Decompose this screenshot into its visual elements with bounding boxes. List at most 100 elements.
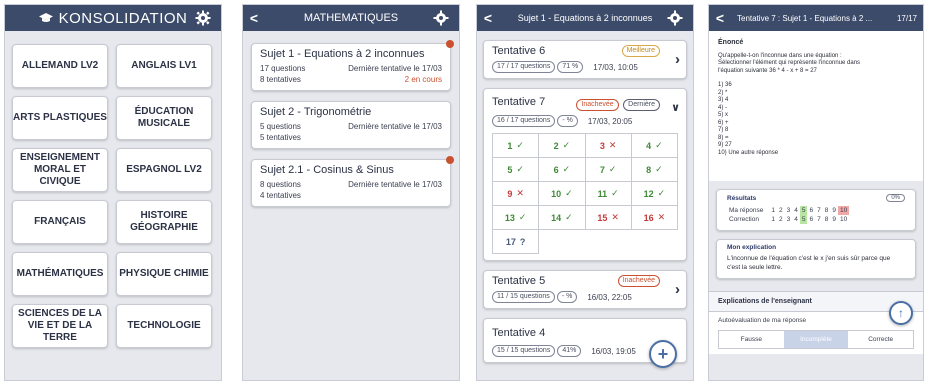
question-number: 7	[599, 164, 605, 175]
question-cell[interactable]: 3 ✕	[585, 134, 632, 158]
tentative-card[interactable]: Tentative 6 Meilleure 17 / 17 questions …	[483, 40, 687, 79]
subject-tile[interactable]: HISTOIRE GÉOGRAPHIE	[116, 200, 212, 244]
chevron-right-icon[interactable]: ›	[675, 51, 680, 68]
score-pill: - %	[557, 115, 578, 127]
correction-cell: 4	[794, 216, 798, 223]
enonce-line: 1) 36	[718, 82, 732, 88]
answer-cell: 8	[824, 207, 829, 214]
check-icon: ✓	[562, 164, 571, 174]
correction-cell: 8	[824, 216, 829, 223]
enonce-line: 6) +	[718, 119, 729, 126]
question-number: 17	[505, 236, 516, 247]
subject-tile[interactable]: ÉDUCATION MUSICALE	[116, 96, 212, 140]
enonce-line: 3) 4	[718, 97, 729, 103]
seg-correcte[interactable]: Correcte	[848, 331, 913, 348]
question-cell[interactable]: 15 ✕	[585, 206, 632, 230]
enonce-line: 7) 8	[718, 127, 729, 133]
cross-icon: ✕	[516, 188, 524, 198]
score-pill: 71 %	[557, 61, 584, 73]
sujet-card[interactable]: Sujet 1 - Equations à 2 inconnues 17 que…	[251, 40, 454, 91]
subject-tile[interactable]: FRANÇAIS	[12, 200, 108, 244]
subject-tile[interactable]: ESPAGNOL LV2	[116, 148, 212, 192]
my-answer-row: Ma réponse 1 2 3 4 5 6 7 8 9 10	[727, 206, 850, 215]
question-cell[interactable]: 5 ✓	[493, 158, 540, 182]
gear-icon[interactable]	[667, 10, 683, 26]
enonce-line: 2) *	[718, 89, 728, 96]
tentatives-screen: < Sujet 1 - Equations à 2 inconnues Tent…	[476, 4, 694, 381]
question-cell[interactable]: 16 ✕	[631, 206, 678, 230]
correction-cell: 9	[832, 216, 836, 223]
subject-tile[interactable]: MATHÉMATIQUES	[12, 252, 108, 296]
my-answer-label: Ma réponse	[729, 207, 764, 214]
sujet-status: 2 en cours	[404, 75, 442, 84]
subject-tile[interactable]: PHYSIQUE CHIMIE	[116, 252, 212, 296]
question-cell[interactable]: 1 ✓	[493, 134, 540, 158]
question-number: 2	[553, 140, 559, 151]
check-icon: ✓	[562, 140, 571, 150]
question-counter: 17/17	[896, 13, 917, 23]
subject-tile[interactable]: ALLEMAND LV2	[12, 44, 108, 88]
tentative-name: Tentative 7	[492, 96, 546, 108]
correction-cell: 5	[799, 215, 808, 224]
seg-incomplete[interactable]: Incomplète	[783, 331, 849, 348]
page-title: Sujet 1 - Equations à 2 inconnues	[517, 13, 653, 23]
sujet-attempts: 8 tentatives	[260, 75, 301, 84]
back-button[interactable]: <	[243, 10, 265, 26]
subjects-grid: ALLEMAND LV2 ANGLAIS LV1 ARTS PLASTIQUES…	[5, 31, 221, 348]
sujet-title: Sujet 2 - Trigonométrie	[260, 106, 372, 118]
gear-icon[interactable]	[195, 10, 211, 26]
question-number: 4	[646, 140, 652, 151]
question-number: 3	[599, 140, 605, 151]
question-cell[interactable]: 11 ✓	[585, 182, 632, 206]
check-icon: ✓	[516, 164, 524, 174]
subject-tile[interactable]: ENSEIGNEMENT MORAL ET CIVIQUE	[12, 148, 108, 192]
question-cell[interactable]: 4 ✓	[631, 134, 678, 158]
question-number: 6	[553, 164, 559, 175]
question-cell[interactable]: 6 ✓	[539, 158, 586, 182]
chevron-right-icon[interactable]: ›	[675, 281, 680, 298]
question-mark-icon: ?	[519, 236, 526, 247]
question-cell[interactable]: 7 ✓	[585, 158, 632, 182]
answer-cell: 7	[817, 207, 821, 214]
question-cell[interactable]: 17?	[493, 230, 540, 254]
question-cell[interactable]: 10 ✓	[539, 182, 586, 206]
sujet-title: Sujet 1 - Equations à 2 inconnues	[260, 48, 425, 60]
enonce-section: Énoncé Qu'appelle-t-on l'inconnue dans u…	[709, 31, 923, 181]
subject-tile[interactable]: TECHNOLOGIE	[116, 304, 212, 348]
question-cell[interactable]: 9 ✕	[493, 182, 540, 206]
enonce-line: 8) =	[718, 134, 729, 141]
subject-tile[interactable]: ANGLAIS LV1	[116, 44, 212, 88]
explanation-text: L'inconnue de l'équation c'est le x j'en…	[727, 255, 891, 271]
question-cell[interactable]: 2 ✓	[539, 134, 586, 158]
explanation-label: Mon explication	[727, 244, 777, 251]
tentative-card[interactable]: Tentative 5 Inachevée 11 / 15 questions …	[483, 270, 687, 309]
seg-fausse[interactable]: Fausse	[719, 331, 784, 348]
tentative-date: 17/03, 20:05	[587, 116, 633, 126]
scroll-up-button[interactable]: ↑	[889, 301, 913, 325]
tentative-card-expanded[interactable]: Tentative 7 Inachevée Dernière 16 / 17 q…	[483, 88, 687, 261]
cross-icon: ✕	[611, 212, 619, 222]
question-cell[interactable]: 14 ✓	[539, 206, 586, 230]
header: < Tentative 7 : Sujet 1 - Equations à 2 …	[709, 5, 923, 31]
question-cell[interactable]: 8 ✓	[631, 158, 678, 182]
question-cell[interactable]: 13 ✓	[493, 206, 540, 230]
question-number: 9	[507, 188, 513, 199]
answer-cell: 6	[809, 207, 814, 214]
back-button[interactable]: <	[709, 10, 731, 26]
question-number: 8	[646, 164, 652, 175]
tentative-date: 16/03, 19:05	[591, 346, 636, 356]
sujet-card[interactable]: Sujet 2.1 - Cosinus & Sinus 8 questions D…	[251, 156, 454, 207]
subject-tile[interactable]: SCIENCES DE LA VIE ET DE LA TERRE	[12, 304, 108, 348]
add-tentative-button[interactable]: +	[649, 340, 677, 368]
question-cell[interactable]: 12 ✓	[631, 182, 678, 206]
results-label: Résultats	[727, 194, 757, 202]
sujet-card[interactable]: Sujet 2 - Trigonométrie 5 questions Derni…	[251, 101, 451, 149]
gear-icon[interactable]	[433, 10, 449, 26]
results-table: Ma réponse 1 2 3 4 5 6 7 8 9 10 Correction 123456…	[727, 206, 850, 224]
enonce-text: Qu'appelle-t-on l'inconnue dans une équa…	[718, 53, 914, 158]
enonce-line: l'équation suivante 36 * 4 - x + 8 = 27	[718, 67, 817, 74]
sujet-title: Sujet 2.1 - Cosinus & Sinus	[260, 164, 394, 176]
subject-tile[interactable]: ARTS PLASTIQUES	[12, 96, 108, 140]
chevron-down-icon[interactable]: ∨	[671, 101, 680, 114]
back-button[interactable]: <	[477, 10, 499, 26]
